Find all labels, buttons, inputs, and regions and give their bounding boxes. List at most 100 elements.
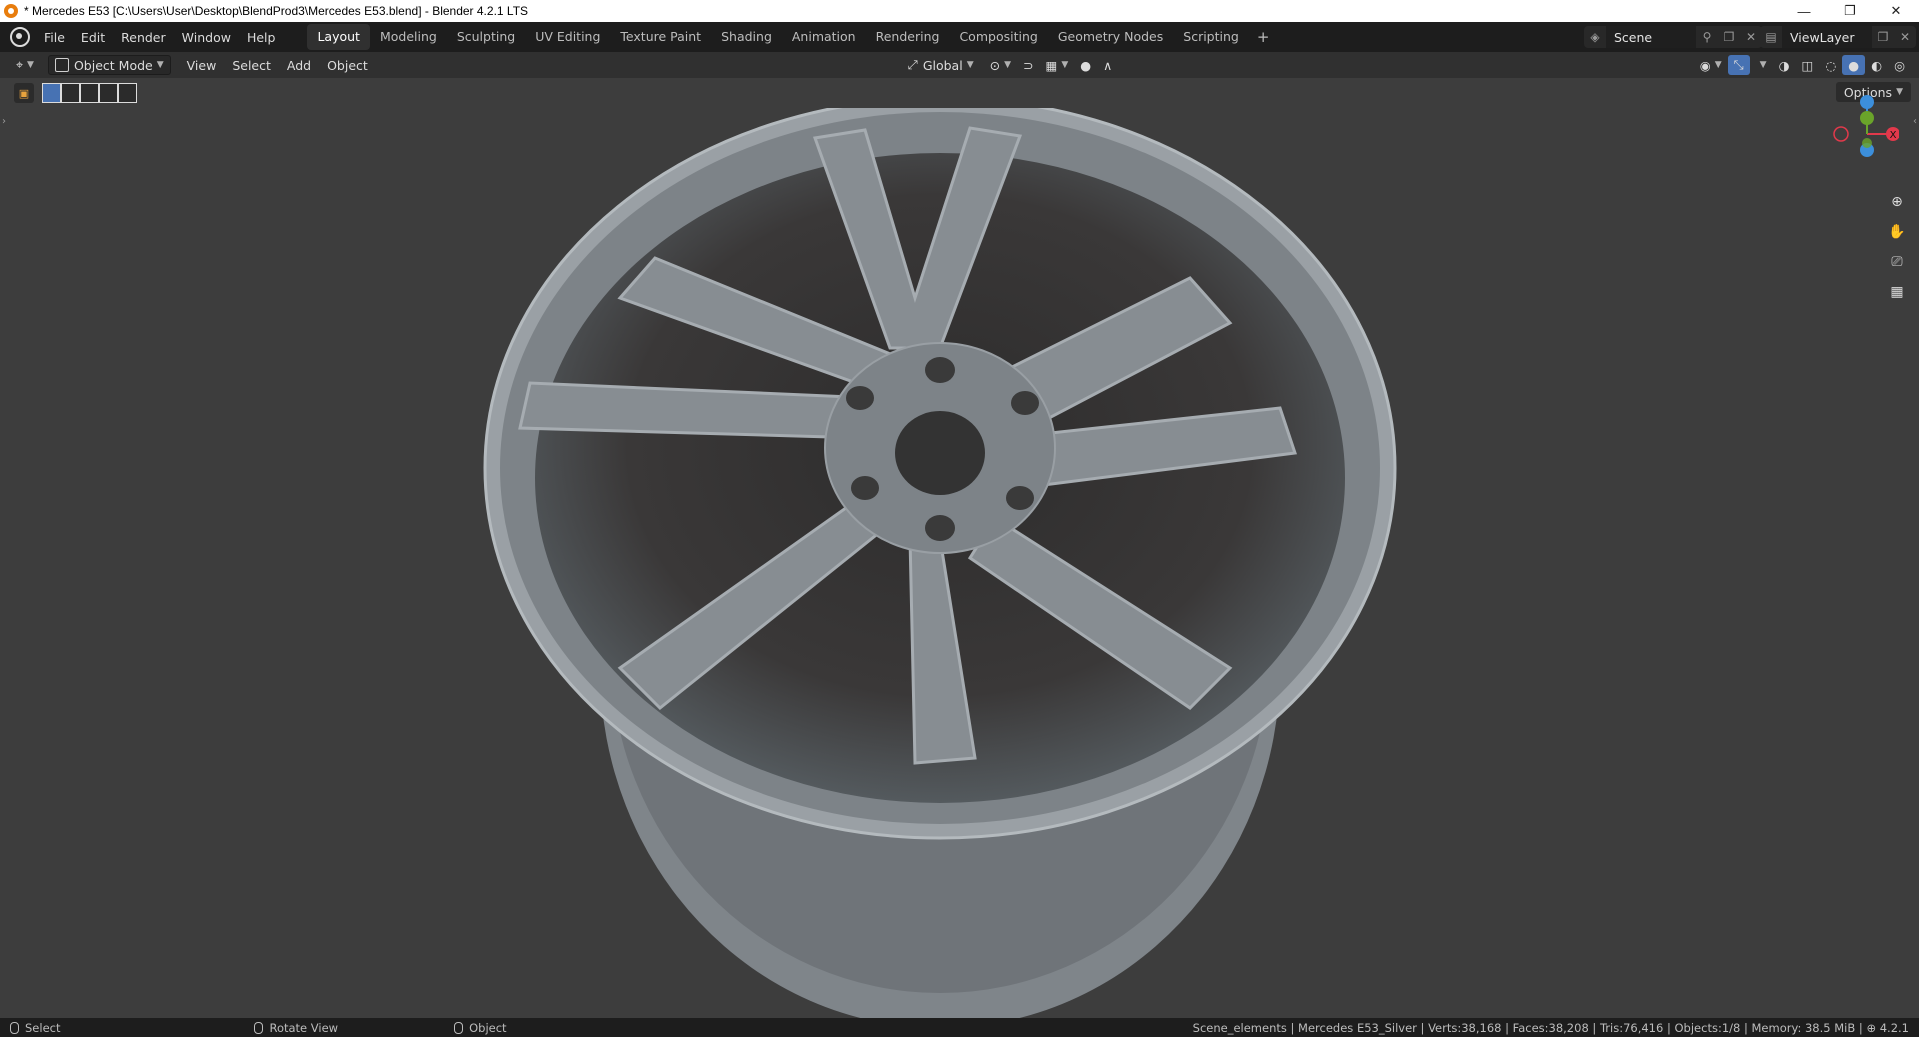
pin-icon[interactable]: ⚲ xyxy=(1696,26,1718,48)
editor-type-button[interactable]: ⌖ ▼ xyxy=(10,55,40,75)
viewlayer-name-field[interactable]: ViewLayer xyxy=(1782,26,1872,48)
tab-sculpting[interactable]: Sculpting xyxy=(447,24,525,50)
gizmo-toggle[interactable]: ⤡ xyxy=(1727,55,1750,75)
menu-render[interactable]: Render xyxy=(113,26,174,49)
gizmo-dropdown[interactable]: ▼ xyxy=(1750,55,1773,75)
neg-y-axis-handle[interactable] xyxy=(1862,138,1872,148)
navigation-gizmo[interactable]: X xyxy=(1819,94,1899,174)
status-hint-rotate: Rotate View xyxy=(244,1021,338,1035)
shading-rendered[interactable]: ◎ xyxy=(1888,55,1911,75)
tab-modeling[interactable]: Modeling xyxy=(370,24,447,50)
tab-compositing[interactable]: Compositing xyxy=(949,24,1047,50)
snap-target-button[interactable]: ▦ ▼ xyxy=(1040,55,1075,75)
hint-select-label: Select xyxy=(25,1020,61,1035)
camera-view-icon[interactable]: ⎚ xyxy=(1885,250,1909,274)
viewport-header: ⌖ ▼ Object Mode ▼ View Select Add Object … xyxy=(0,52,1919,78)
new-viewlayer-icon[interactable]: ❐ xyxy=(1872,26,1894,48)
minimize-button[interactable]: — xyxy=(1781,0,1827,22)
menu-select[interactable]: Select xyxy=(226,55,277,75)
sidebar-expand-icon[interactable]: ‹ xyxy=(1913,116,1917,127)
overlays-toggle[interactable]: ◑ xyxy=(1773,55,1796,75)
rendered-icon: ◎ xyxy=(1894,57,1905,73)
shading-wireframe[interactable]: ◌ xyxy=(1819,55,1842,75)
material-icon: ◐ xyxy=(1871,57,1883,73)
tab-texture-paint[interactable]: Texture Paint xyxy=(610,24,711,50)
eye-icon: ◉ xyxy=(1699,57,1711,73)
tab-shading[interactable]: Shading xyxy=(711,24,782,50)
x-axis-label: X xyxy=(1890,130,1897,141)
gizmo-icon: ⤡ xyxy=(1733,57,1744,72)
wireframe-icon: ◌ xyxy=(1825,57,1837,73)
new-scene-icon[interactable]: ❐ xyxy=(1718,26,1740,48)
select-intersect-icon xyxy=(118,83,137,103)
3d-viewport[interactable]: ▣ Options ▼ › ‹ X ⊕ ✋ ⎚ ▦ xyxy=(0,78,1919,1018)
scene-selector: ◈ Scene ⚲ ❐ ✕ xyxy=(1584,26,1762,48)
shading-solid[interactable]: ● xyxy=(1842,55,1866,75)
tab-uv-editing[interactable]: UV Editing xyxy=(525,24,610,50)
hint-rotate-label: Rotate View xyxy=(269,1020,339,1035)
toolbar-toggle[interactable]: ▣ xyxy=(14,83,34,103)
tab-rendering[interactable]: Rendering xyxy=(866,24,950,50)
select-subtract-button[interactable] xyxy=(80,83,99,103)
restore-button[interactable]: ❐ xyxy=(1827,0,1873,22)
mode-dropdown[interactable]: Object Mode ▼ xyxy=(47,55,171,75)
proportional-falloff-button[interactable]: ∧ xyxy=(1097,55,1118,75)
status-hint-select: Select xyxy=(0,1021,60,1035)
tab-layout[interactable]: Layout xyxy=(307,24,370,50)
chevron-down-icon: ▼ xyxy=(1714,60,1722,70)
object-mode-icon xyxy=(54,58,69,72)
version-label: 4.2.1 xyxy=(1879,1020,1909,1035)
pivot-point-button[interactable]: ⊙ ▼ xyxy=(984,55,1017,75)
xray-icon: ◫ xyxy=(1801,57,1814,73)
viewlayer-icon[interactable]: ▤ xyxy=(1760,26,1782,48)
falloff-curve-icon: ∧ xyxy=(1103,57,1113,73)
blender-logo-icon[interactable] xyxy=(10,27,30,47)
orientation-label: Global xyxy=(922,57,963,73)
menu-help[interactable]: Help xyxy=(239,26,284,49)
y-axis-handle[interactable] xyxy=(1860,111,1874,125)
menu-edit[interactable]: Edit xyxy=(73,26,113,49)
menu-file[interactable]: File xyxy=(36,26,73,49)
z-axis-handle[interactable] xyxy=(1860,95,1874,109)
tab-scripting[interactable]: Scripting xyxy=(1173,24,1249,50)
delete-viewlayer-icon[interactable]: ✕ xyxy=(1894,26,1916,48)
toolbar-expand-icon[interactable]: › xyxy=(2,116,6,127)
xray-toggle[interactable]: ◫ xyxy=(1796,55,1820,75)
snap-toggle[interactable]: ⊃ xyxy=(1017,55,1039,75)
select-new-button[interactable] xyxy=(42,83,61,103)
scene-icon[interactable]: ◈ xyxy=(1584,26,1606,48)
status-bar: Select Rotate View Object Scene_elements… xyxy=(0,1018,1919,1037)
perspective-toggle-icon[interactable]: ▦ xyxy=(1885,280,1909,304)
close-button[interactable]: ✕ xyxy=(1873,0,1919,22)
visibility-button[interactable]: ◉ ▼ xyxy=(1694,55,1728,75)
wheel-model[interactable] xyxy=(470,108,1400,1018)
delete-scene-icon[interactable]: ✕ xyxy=(1740,26,1762,48)
select-subtract-icon xyxy=(80,83,99,103)
chevron-down-icon: ▼ xyxy=(1061,60,1069,70)
select-extend-button[interactable] xyxy=(61,83,80,103)
select-invert-button[interactable] xyxy=(99,83,118,103)
mouse-right-icon xyxy=(454,1021,464,1034)
proportional-icon: ● xyxy=(1080,57,1092,73)
pan-hand-icon[interactable]: ✋ xyxy=(1885,220,1909,244)
top-menu-bar: File Edit Render Window Help Layout Mode… xyxy=(0,22,1919,52)
menu-object[interactable]: Object xyxy=(321,55,374,75)
shading-material[interactable]: ◐ xyxy=(1865,55,1888,75)
select-intersect-button[interactable] xyxy=(118,83,137,103)
scene-name-field[interactable]: Scene xyxy=(1606,26,1696,48)
zoom-icon[interactable]: ⊕ xyxy=(1885,190,1909,214)
scene-statistics: Scene_elements | Mercedes E53_Silver | V… xyxy=(1193,1021,1909,1035)
proportional-edit-toggle[interactable]: ● xyxy=(1074,55,1097,75)
pivot-icon: ⊙ xyxy=(989,57,1001,73)
tab-geometry-nodes[interactable]: Geometry Nodes xyxy=(1048,24,1173,50)
menu-window[interactable]: Window xyxy=(174,26,239,49)
transform-orientation-dropdown[interactable]: ⤢ Global ▼ xyxy=(902,55,980,75)
mouse-left-icon xyxy=(10,1021,19,1034)
add-workspace-button[interactable]: + xyxy=(1249,24,1278,50)
globe-icon: ⊕ xyxy=(1866,1020,1877,1035)
menu-view[interactable]: View xyxy=(181,55,223,75)
neg-x-axis-handle[interactable] xyxy=(1833,126,1849,142)
tab-animation[interactable]: Animation xyxy=(782,24,866,50)
menu-add[interactable]: Add xyxy=(281,55,317,75)
mode-label: Object Mode xyxy=(73,57,153,73)
